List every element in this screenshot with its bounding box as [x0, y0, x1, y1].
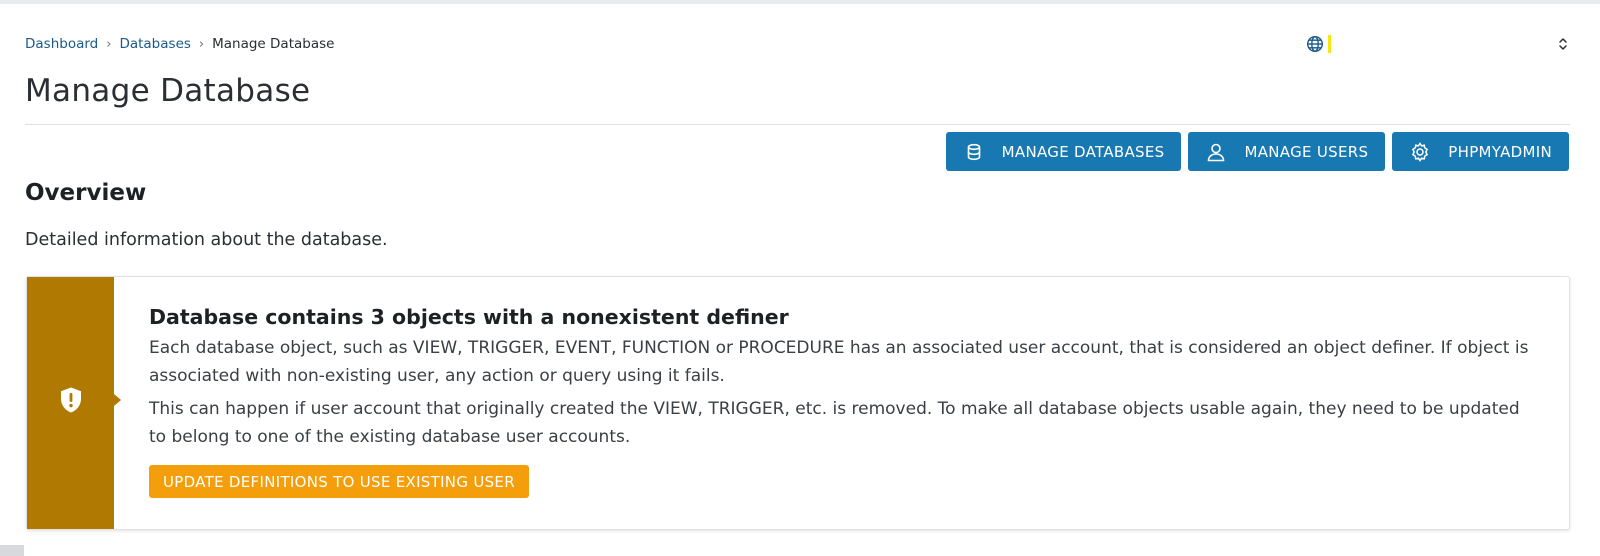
page-title: Manage Database	[25, 73, 311, 109]
scroll-corner	[0, 545, 24, 556]
title-divider	[25, 124, 1570, 125]
overview-description: Detailed information about the database.	[25, 230, 388, 250]
manage-users-label: MANAGE USERS	[1244, 142, 1369, 161]
alert-title: Database contains 3 objects with a nonex…	[149, 305, 789, 329]
gear-icon	[1410, 141, 1430, 162]
breadcrumb-separator: ›	[106, 36, 112, 52]
alert-notch	[114, 394, 121, 406]
manage-users-button[interactable]: MANAGE USERS	[1188, 132, 1386, 171]
database-icon	[964, 142, 984, 162]
alert-stripe	[27, 277, 121, 529]
breadcrumb-dashboard[interactable]: Dashboard	[25, 36, 98, 52]
shield-exclamation-icon	[56, 385, 86, 415]
globe-icon	[1306, 35, 1324, 53]
alert-paragraph-1: Each database object, such as VIEW, TRIG…	[149, 338, 1529, 386]
overview-heading: Overview	[25, 180, 147, 206]
alert-body: Database contains 3 objects with a nonex…	[149, 305, 1539, 498]
update-definitions-button[interactable]: UPDATE DEFINITIONS TO USE EXISTING USER	[149, 465, 529, 498]
breadcrumb-separator: ›	[198, 36, 205, 52]
phpmyadmin-label: PHPMYADMIN	[1448, 142, 1552, 161]
manage-databases-button[interactable]: MANAGE DATABASES	[945, 132, 1182, 171]
definer-warning-alert: Database contains 3 objects with a nonex…	[26, 276, 1570, 530]
page-container: Dashboard › Databases › Manage Database …	[0, 4, 1600, 556]
phpmyadmin-button[interactable]: PHPMYADMIN	[1392, 132, 1569, 171]
user-icon	[1206, 142, 1226, 162]
alert-paragraph-2: This can happen if user account that ori…	[149, 399, 1520, 447]
site-selector[interactable]	[1306, 32, 1570, 56]
manage-databases-label: MANAGE DATABASES	[1001, 142, 1165, 161]
breadcrumb-databases[interactable]: Databases	[119, 36, 190, 52]
breadcrumb-current: Manage Database	[212, 36, 335, 52]
toolbar: MANAGE DATABASES MANAGE USERS PHPMYADMIN	[945, 132, 1569, 171]
chevron-up-down-icon	[1556, 35, 1570, 53]
site-selector-value	[1328, 35, 1556, 53]
breadcrumb: Dashboard › Databases › Manage Database	[25, 36, 334, 52]
